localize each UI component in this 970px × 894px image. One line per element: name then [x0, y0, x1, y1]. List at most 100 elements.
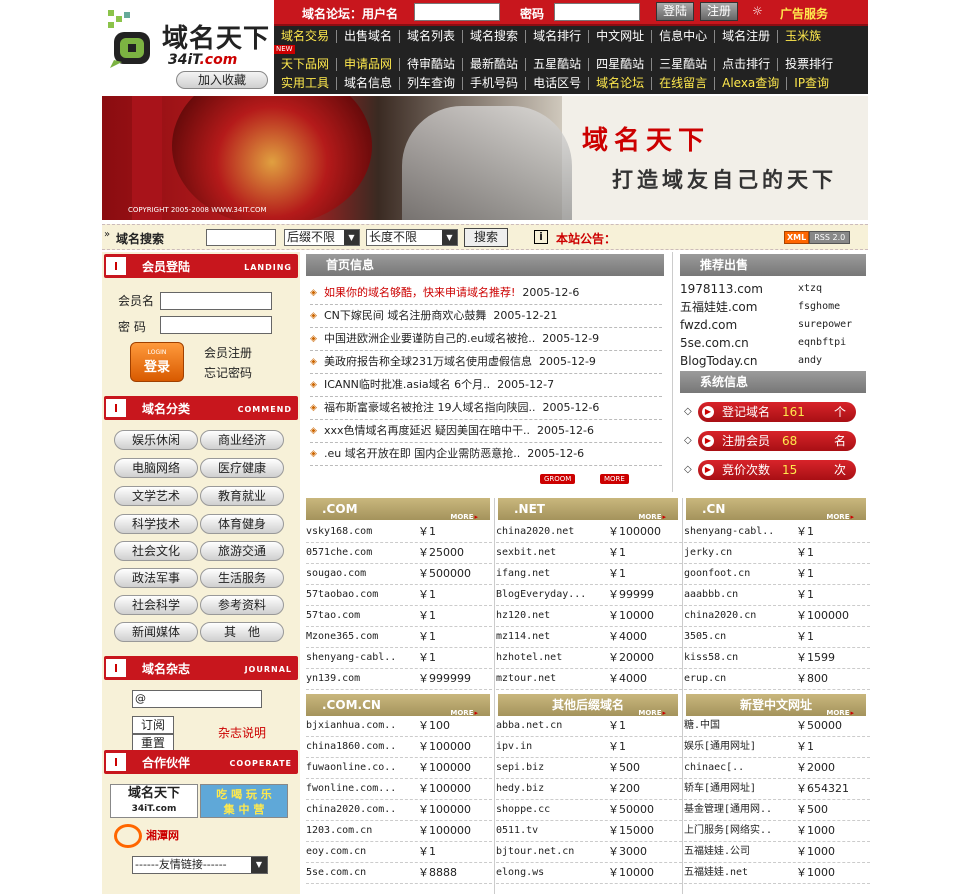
forum-login-button[interactable]: 登陆: [656, 2, 695, 21]
magazine-note-link[interactable]: 杂志说明: [218, 724, 266, 741]
table-row[interactable]: 五福娃娃.net ￥1000: [684, 863, 870, 884]
table-row[interactable]: chinaec[.. ￥2000: [684, 758, 870, 779]
table-row[interactable]: 1203.com.cn ￥100000: [306, 821, 492, 842]
table-row[interactable]: ifang.net ￥1: [496, 564, 682, 585]
search-button[interactable]: 搜索: [464, 228, 508, 247]
news-item[interactable]: .eu 域名开放在即 国内企业需防恶意抢.. 2005-12-6: [310, 443, 662, 466]
nav-link[interactable]: 域名注册: [714, 30, 777, 43]
news-item[interactable]: 美政府报告称全球231万域名使用虚假信息 2005-12-9: [310, 351, 662, 374]
category-button[interactable]: 商业经济: [200, 430, 284, 450]
table-row[interactable]: abba.net.cn ￥1: [496, 716, 682, 737]
table-row[interactable]: eoy.com.cn ￥1: [306, 842, 492, 863]
nav-link[interactable]: 中文网址: [588, 30, 651, 43]
nav-link[interactable]: IP查询: [786, 77, 836, 90]
length-select[interactable]: 长度不限 ▼: [366, 229, 458, 246]
nav-link[interactable]: 申请品网: [336, 58, 399, 71]
nav-link[interactable]: 点击排行: [714, 58, 777, 71]
forgot-password-link[interactable]: 忘记密码: [204, 364, 252, 381]
table-row[interactable]: bjtour.net.cn ￥3000: [496, 842, 682, 863]
forum-register-button[interactable]: 注册: [700, 2, 739, 21]
nav-link[interactable]: 实用工具: [274, 77, 336, 90]
category-button[interactable]: 旅游交通: [200, 541, 284, 561]
table-row[interactable]: erup.cn ￥800: [684, 669, 870, 690]
table-row[interactable]: 0571che.com ￥25000: [306, 543, 492, 564]
news-item[interactable]: xxx色情域名再度延迟 疑因美国在暗中干.. 2005-12-6: [310, 420, 662, 443]
nav-link[interactable]: 电话区号: [525, 77, 588, 90]
nav-link[interactable]: 列车查询: [399, 77, 462, 90]
table-row[interactable]: 五福娃娃.公司 ￥1000: [684, 842, 870, 863]
table-row[interactable]: sougao.com ￥500000: [306, 564, 492, 585]
table-row[interactable]: china1860.com.. ￥100000: [306, 737, 492, 758]
news-item[interactable]: 福布斯富豪域名被抢注 19人域名指向陕园.. 2005-12-6: [310, 397, 662, 420]
table-row[interactable]: china2020.cn ￥100000: [684, 606, 870, 627]
magazine-email-input[interactable]: @: [132, 690, 262, 708]
category-button[interactable]: 社会科学: [114, 595, 198, 615]
table-row[interactable]: mz114.net ￥4000: [496, 627, 682, 648]
table-row[interactable]: 3505.cn ￥1: [684, 627, 870, 648]
table-row[interactable]: china2020.net ￥100000: [496, 522, 682, 543]
recommend-item[interactable]: fwzd.com surepower: [680, 316, 868, 334]
news-more-button[interactable]: MORE: [600, 474, 629, 484]
table-row[interactable]: shenyang-cabl.. ￥1: [684, 522, 870, 543]
nav-link[interactable]: 玉米族: [777, 30, 828, 43]
table-row[interactable]: 上门服务[网络实.. ￥1000: [684, 821, 870, 842]
table-row[interactable]: 0511.tv ￥15000: [496, 821, 682, 842]
recommend-item[interactable]: 五福娃娃.com fsghome: [680, 298, 868, 316]
forum-username-input[interactable]: [414, 3, 500, 21]
news-item[interactable]: 如果你的域名够酷，快来申请域名推荐! 2005-12-6: [310, 282, 662, 305]
table-row[interactable]: hedy.biz ￥200: [496, 779, 682, 800]
table-row[interactable]: china2020.com.. ￥100000: [306, 800, 492, 821]
table-row[interactable]: sexbit.net ￥1: [496, 543, 682, 564]
news-item[interactable]: CN下嫁民间 域名注册商欢心鼓舞 2005-12-21: [310, 305, 662, 328]
ad-service-link[interactable]: 广告服务: [780, 5, 828, 22]
table-row[interactable]: Mzone365.com ￥1: [306, 627, 492, 648]
partner-logo-eat-drink[interactable]: 吃 喝 玩 乐 集 中 营: [200, 784, 288, 818]
category-button[interactable]: 参考资料: [200, 595, 284, 615]
table-row[interactable]: hzhotel.net ￥20000: [496, 648, 682, 669]
table-row[interactable]: goonfoot.cn ￥1: [684, 564, 870, 585]
table-row[interactable]: sepi.biz ￥500: [496, 758, 682, 779]
nav-link[interactable]: 三星酷站: [651, 58, 714, 71]
table-row[interactable]: bjxianhua.com.. ￥100: [306, 716, 492, 737]
nav-link[interactable]: 域名交易: [274, 30, 336, 43]
category-button[interactable]: 社会文化: [114, 541, 198, 561]
nav-link[interactable]: 出售域名: [336, 30, 399, 43]
category-button[interactable]: 娱乐休闲: [114, 430, 198, 450]
member-name-input[interactable]: [160, 292, 272, 310]
nav-link[interactable]: 五星酷站: [525, 58, 588, 71]
recommend-item[interactable]: BlogToday.cn andy: [680, 352, 868, 370]
nav-link[interactable]: 投票排行: [777, 58, 840, 71]
category-button[interactable]: 医疗健康: [200, 458, 284, 478]
forum-password-input[interactable]: [554, 3, 640, 21]
rss-badge[interactable]: XML RSS 2.0: [784, 231, 851, 244]
nav-link[interactable]: 天下品网: [274, 58, 336, 71]
nav-link[interactable]: 域名排行: [525, 30, 588, 43]
member-login-button[interactable]: LOGIN 登录: [130, 342, 184, 382]
table-row[interactable]: 轿车[通用网址] ￥654321: [684, 779, 870, 800]
table-row[interactable]: shoppe.cc ￥50000: [496, 800, 682, 821]
table-row[interactable]: shenyang-cabl.. ￥1: [306, 648, 492, 669]
nav-link[interactable]: 在线留言: [651, 77, 714, 90]
table-row[interactable]: yn139.com ￥999999: [306, 669, 492, 690]
partner-logo-xiangtan[interactable]: 湘潭网: [110, 822, 198, 850]
table-row[interactable]: 57tao.com ￥1: [306, 606, 492, 627]
table-row[interactable]: 57taobao.com ￥1: [306, 585, 492, 606]
table-row[interactable]: mztour.net ￥4000: [496, 669, 682, 690]
nav-link[interactable]: 待审酷站: [399, 58, 462, 71]
nav-link[interactable]: 域名信息: [336, 77, 399, 90]
nav-link[interactable]: 域名搜索: [462, 30, 525, 43]
nav-link[interactable]: 域名论坛: [588, 77, 651, 90]
category-button[interactable]: 文学艺术: [114, 486, 198, 506]
nav-link[interactable]: 四星酷站: [588, 58, 651, 71]
category-button[interactable]: 新闻媒体: [114, 622, 198, 642]
category-button[interactable]: 体育健身: [200, 514, 284, 534]
friend-links-select[interactable]: ------友情链接------ ▼: [132, 856, 268, 874]
add-favorite-button[interactable]: 加入收藏: [176, 71, 268, 89]
table-row[interactable]: BlogEveryday... ￥99999: [496, 585, 682, 606]
member-password-input[interactable]: [160, 316, 272, 334]
table-row[interactable]: 糖.中国 ￥50000: [684, 716, 870, 737]
nav-link[interactable]: 域名列表: [399, 30, 462, 43]
table-row[interactable]: 娱乐[通用网址] ￥1: [684, 737, 870, 758]
table-row[interactable]: 基金管理[通用网.. ￥500: [684, 800, 870, 821]
nav-link[interactable]: Alexa查询: [714, 77, 786, 90]
